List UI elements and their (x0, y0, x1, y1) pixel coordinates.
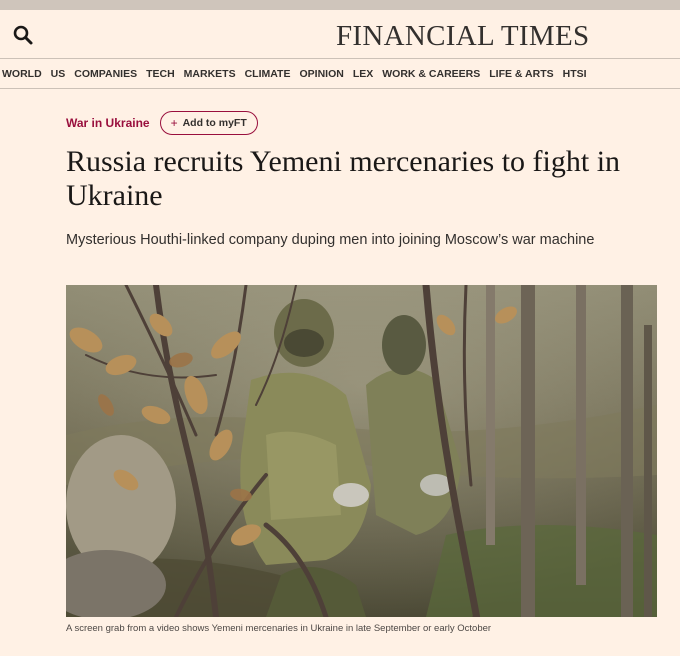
nav-item-climate[interactable]: CLIMATE (245, 68, 291, 80)
nav-item-life-arts[interactable]: LIFE & ARTS (489, 68, 553, 80)
top-strip (0, 0, 680, 10)
nav-item-work-careers[interactable]: WORK & CAREERS (382, 68, 480, 80)
article-main-image (66, 285, 657, 617)
ft-logo[interactable]: FINANCIAL TIMES (336, 20, 589, 53)
nav-item-opinion[interactable]: OPINION (299, 68, 343, 80)
nav-item-us[interactable]: US (51, 68, 66, 80)
search-button[interactable] (12, 24, 34, 46)
article-headline: Russia recruits Yemeni mercenaries to fi… (66, 145, 621, 212)
nav-item-companies[interactable]: COMPANIES (74, 68, 137, 80)
nav-item-tech[interactable]: TECH (146, 68, 175, 80)
search-icon (13, 25, 33, 45)
nav-item-htsi[interactable]: HTSI (563, 68, 587, 80)
masthead: FINANCIAL TIMES (0, 10, 680, 59)
primary-nav: WORLD US COMPANIES TECH MARKETS CLIMATE … (0, 59, 680, 89)
nav-item-world[interactable]: WORLD (2, 68, 42, 80)
nav-item-markets[interactable]: MARKETS (184, 68, 236, 80)
article-meta: War in Ukraine + Add to myFT (66, 111, 258, 135)
image-caption: A screen grab from a video shows Yemeni … (66, 623, 492, 634)
add-to-myft-button[interactable]: + Add to myFT (159, 111, 258, 135)
plus-icon: + (170, 116, 178, 130)
nav-item-lex[interactable]: LEX (353, 68, 373, 80)
topic-link[interactable]: War in Ukraine (66, 116, 150, 130)
soldiers-photo (66, 285, 657, 617)
article-standfirst: Mysterious Houthi-linked company duping … (66, 232, 595, 248)
add-to-myft-label: Add to myFT (182, 117, 247, 129)
